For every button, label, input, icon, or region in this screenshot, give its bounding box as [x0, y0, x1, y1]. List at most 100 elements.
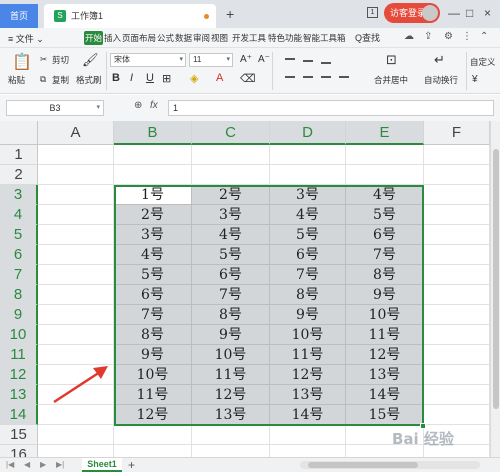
row-header-5[interactable]: 5: [0, 225, 38, 245]
empty-cell[interactable]: [38, 385, 114, 405]
vertical-scrollbar[interactable]: [490, 121, 500, 457]
active-cell[interactable]: 1号: [114, 185, 192, 205]
menu-start[interactable]: 开始: [84, 31, 104, 45]
table-cell[interactable]: 14号: [270, 405, 346, 425]
table-cell[interactable]: 12号: [346, 345, 424, 365]
table-cell[interactable]: 12号: [192, 385, 270, 405]
table-cell[interactable]: 12号: [114, 405, 192, 425]
row-header-4[interactable]: 4: [0, 205, 38, 225]
next-sheet-icon[interactable]: ▶: [40, 460, 46, 469]
prev-sheet-icon[interactable]: ◀: [24, 460, 30, 469]
empty-cell[interactable]: [38, 425, 114, 445]
empty-cell[interactable]: [346, 145, 424, 165]
table-cell[interactable]: 14号: [346, 385, 424, 405]
empty-cell[interactable]: [38, 165, 114, 185]
empty-cell[interactable]: [346, 165, 424, 185]
table-cell[interactable]: 9号: [192, 325, 270, 345]
empty-cell[interactable]: [38, 145, 114, 165]
table-cell[interactable]: 9号: [270, 305, 346, 325]
cut-button[interactable]: 剪切: [52, 54, 69, 66]
empty-cell[interactable]: [270, 165, 346, 185]
empty-cell[interactable]: [192, 145, 270, 165]
sheet-tab-sheet1[interactable]: Sheet1: [82, 458, 122, 472]
menu-formulas[interactable]: 公式: [156, 31, 175, 45]
table-cell[interactable]: 12号: [270, 365, 346, 385]
empty-cell[interactable]: [424, 345, 490, 365]
row-header-11[interactable]: 11: [0, 345, 38, 365]
vertical-scroll-thumb[interactable]: [493, 149, 499, 409]
empty-cell[interactable]: [424, 165, 490, 185]
table-cell[interactable]: 5号: [346, 205, 424, 225]
collapse-icon[interactable]: ⌃: [480, 31, 488, 42]
paste-icon[interactable]: 📋: [12, 52, 32, 72]
table-cell[interactable]: 6号: [192, 265, 270, 285]
merge-center-button[interactable]: 合并居中: [374, 74, 408, 86]
empty-cell[interactable]: [424, 285, 490, 305]
column-header-a[interactable]: A: [38, 121, 114, 145]
table-cell[interactable]: 4号: [192, 225, 270, 245]
file-menu[interactable]: ≡ 文件 ⌄: [8, 32, 44, 45]
font-size-select[interactable]: 11 ▾: [189, 53, 233, 67]
minimize-button[interactable]: —: [448, 6, 460, 20]
column-header-c[interactable]: C: [192, 121, 270, 145]
column-header-e[interactable]: E: [346, 121, 424, 145]
eraser-icon[interactable]: ⌫: [240, 72, 256, 85]
cloud-icon[interactable]: ☁: [404, 31, 414, 42]
restore-button[interactable]: □: [466, 6, 473, 20]
paste-button[interactable]: 粘贴: [8, 74, 25, 86]
window-count-icon[interactable]: 1: [367, 7, 378, 18]
settings-icon[interactable]: ⚙: [444, 31, 453, 42]
find-button[interactable]: Q查找: [355, 31, 380, 44]
empty-cell[interactable]: [192, 425, 270, 445]
share-icon[interactable]: ⇪: [424, 31, 432, 42]
table-cell[interactable]: 8号: [270, 285, 346, 305]
row-header-7[interactable]: 7: [0, 265, 38, 285]
empty-cell[interactable]: [270, 145, 346, 165]
table-cell[interactable]: 13号: [346, 365, 424, 385]
table-cell[interactable]: 5号: [270, 225, 346, 245]
table-cell[interactable]: 7号: [270, 265, 346, 285]
horizontal-scrollbar[interactable]: [300, 461, 480, 469]
menu-view[interactable]: 视图: [210, 31, 229, 45]
row-header-13[interactable]: 13: [0, 385, 38, 405]
bold-button[interactable]: B: [112, 72, 120, 84]
table-cell[interactable]: 7号: [346, 245, 424, 265]
table-cell[interactable]: 7号: [114, 305, 192, 325]
table-cell[interactable]: 13号: [192, 405, 270, 425]
number-format-select[interactable]: 自定义: [470, 56, 496, 68]
empty-cell[interactable]: [424, 385, 490, 405]
table-cell[interactable]: 11号: [114, 385, 192, 405]
table-cell[interactable]: 5号: [114, 265, 192, 285]
border-icon[interactable]: ⊞: [162, 72, 171, 85]
empty-cell[interactable]: [114, 165, 192, 185]
empty-cell[interactable]: [38, 405, 114, 425]
menu-smart-toolbox[interactable]: 智能工具箱: [302, 31, 347, 45]
empty-cell[interactable]: [38, 205, 114, 225]
formula-input[interactable]: 1: [168, 100, 494, 116]
table-cell[interactable]: 2号: [114, 205, 192, 225]
empty-cell[interactable]: [38, 265, 114, 285]
table-cell[interactable]: 8号: [192, 305, 270, 325]
decrease-font-icon[interactable]: A⁻: [258, 54, 270, 65]
menu-features[interactable]: 特色功能: [267, 31, 303, 45]
row-header-15[interactable]: 15: [0, 425, 38, 445]
row-header-6[interactable]: 6: [0, 245, 38, 265]
row-header-12[interactable]: 12: [0, 365, 38, 385]
empty-cell[interactable]: [114, 145, 192, 165]
empty-cell[interactable]: [424, 205, 490, 225]
table-cell[interactable]: 6号: [270, 245, 346, 265]
align-right-icon[interactable]: [321, 76, 331, 78]
zoom-icon[interactable]: ⊕: [134, 100, 142, 111]
table-cell[interactable]: 11号: [346, 325, 424, 345]
empty-cell[interactable]: [38, 365, 114, 385]
table-cell[interactable]: 3号: [192, 205, 270, 225]
guest-login-button[interactable]: 访客登录: [384, 3, 440, 23]
row-header-3[interactable]: 3: [0, 185, 38, 205]
more-icon[interactable]: ⋮: [462, 31, 472, 42]
table-cell[interactable]: 11号: [192, 365, 270, 385]
table-cell[interactable]: 4号: [270, 205, 346, 225]
empty-cell[interactable]: [38, 305, 114, 325]
empty-cell[interactable]: [424, 185, 490, 205]
table-cell[interactable]: 10号: [346, 305, 424, 325]
table-cell[interactable]: 9号: [114, 345, 192, 365]
